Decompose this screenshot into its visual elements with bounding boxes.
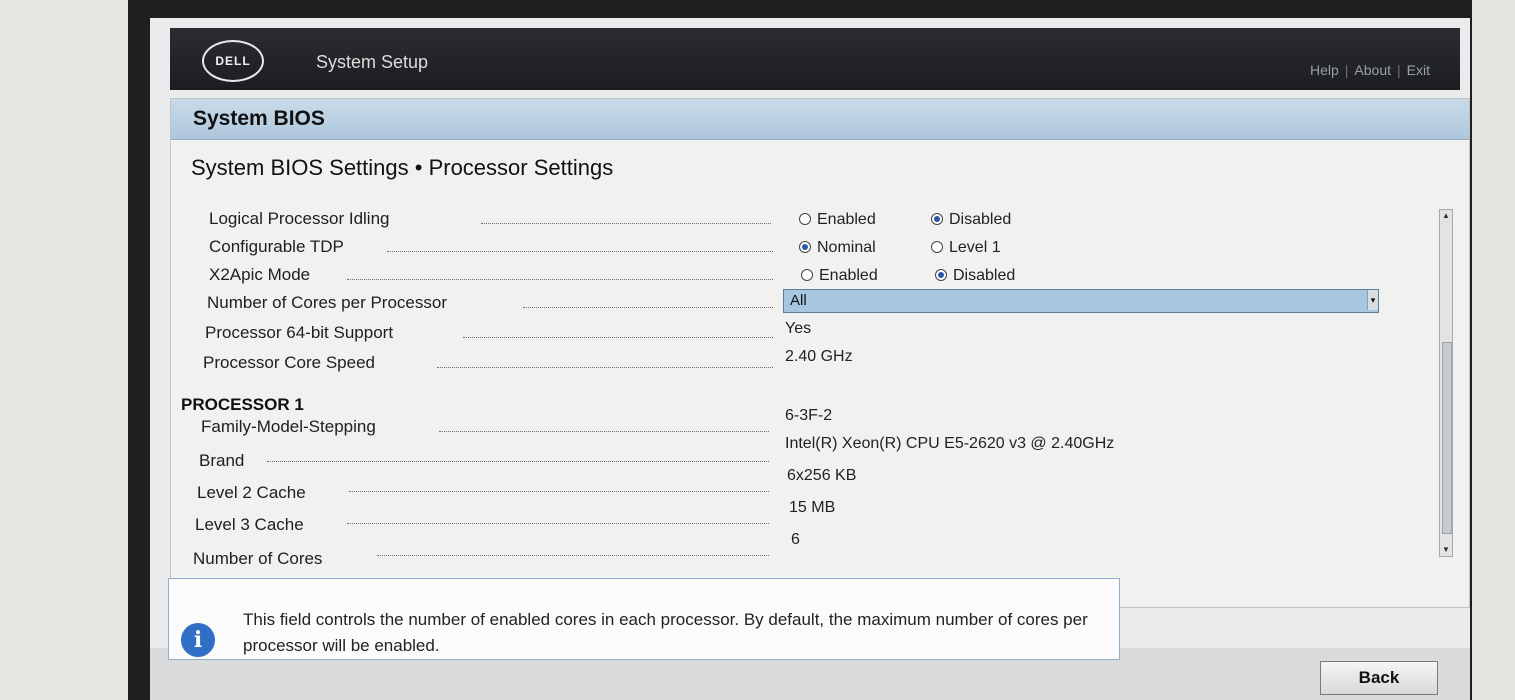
- info-row-level-3-cache: Level 3 Cache 15 MB: [195, 499, 1095, 541]
- setting-label: Configurable TDP: [209, 237, 344, 256]
- back-button[interactable]: Back: [1320, 661, 1438, 695]
- info-row-level-2-cache: Level 2 Cache 6x256 KB: [197, 467, 1097, 509]
- logo-text: DELL: [215, 54, 251, 68]
- info-value: 6-3F-2: [785, 407, 833, 424]
- dotted-leader: [463, 337, 773, 338]
- setting-label: Logical Processor Idling: [209, 209, 390, 228]
- radio-level-1[interactable]: Level 1: [931, 239, 1001, 257]
- info-label: Number of Cores: [193, 549, 323, 568]
- header-links: Help | About | Exit: [1310, 62, 1430, 78]
- processor-1-heading: PROCESSOR 1: [181, 395, 304, 414]
- radio-label: Disabled: [949, 211, 1012, 228]
- dotted-leader: [439, 431, 769, 432]
- radio-label: Enabled: [817, 211, 876, 228]
- scroll-thumb[interactable]: [1442, 342, 1452, 534]
- dotted-leader: [349, 491, 769, 492]
- info-value: 6x256 KB: [787, 467, 857, 484]
- info-row-brand: Brand Intel(R) Xeon(R) CPU E5-2620 v3 @ …: [199, 435, 1299, 477]
- select-value: All: [790, 292, 807, 309]
- dotted-leader: [377, 555, 769, 556]
- radio-button-selected-icon: [931, 213, 943, 225]
- radio-button-selected-icon: [935, 269, 947, 281]
- radio-button-selected-icon: [799, 241, 811, 253]
- radio-button-icon: [799, 213, 811, 225]
- radio-button-icon: [801, 269, 813, 281]
- settings-panel: System BIOS System BIOS Settings • Proce…: [170, 98, 1470, 608]
- info-value: 6: [791, 531, 800, 548]
- setting-label: Processor 64-bit Support: [205, 323, 394, 342]
- info-label: Family-Model-Stepping: [201, 417, 376, 436]
- top-bar: DELL System Setup Help | About | Exit: [170, 28, 1460, 90]
- radio-button-icon: [931, 241, 943, 253]
- link-separator: |: [1397, 62, 1401, 78]
- app-title: System Setup: [316, 52, 429, 72]
- info-row-number-of-cores: Number of Cores 6: [193, 531, 1093, 575]
- info-icon: i: [181, 623, 215, 657]
- radio-disabled[interactable]: Disabled: [931, 211, 1011, 229]
- setting-row-logical-processor-idling: Logical Processor Idling Enabled Disable…: [209, 209, 1359, 235]
- section-title: System BIOS Settings • Processor Setting…: [191, 155, 614, 180]
- exit-link[interactable]: Exit: [1407, 62, 1430, 78]
- dropdown-arrow-icon[interactable]: ▾: [1367, 290, 1378, 310]
- dotted-leader: [523, 307, 773, 308]
- help-box: i This field controls the number of enab…: [168, 578, 1120, 660]
- help-text: This field controls the number of enable…: [243, 610, 1088, 655]
- link-separator: |: [1344, 62, 1349, 78]
- dotted-leader: [347, 523, 769, 524]
- setting-value: 2.40 GHz: [785, 348, 853, 365]
- setting-label: Processor Core Speed: [203, 353, 375, 372]
- radio-label: Disabled: [953, 267, 1016, 284]
- info-label: Level 3 Cache: [195, 515, 304, 534]
- radio-label: Level 1: [949, 239, 1001, 256]
- radio-label: Enabled: [819, 267, 878, 284]
- setting-row-processor-core-speed: Processor Core Speed 2.40 GHz: [203, 348, 1003, 379]
- setting-row-number-of-cores-per-processor: Number of Cores per Processor: [207, 293, 807, 319]
- setting-row-processor-64-bit-support: Processor 64-bit Support Yes: [205, 320, 1005, 349]
- cores-per-processor-select[interactable]: All ▾: [783, 289, 1379, 313]
- info-label: Brand: [199, 451, 245, 470]
- setting-value: Yes: [785, 320, 812, 337]
- radio-enabled[interactable]: Enabled: [799, 211, 876, 229]
- help-link[interactable]: Help: [1310, 62, 1339, 78]
- scroll-up-arrow-icon[interactable]: ▲: [1440, 210, 1452, 222]
- panel-title: System BIOS: [193, 107, 325, 130]
- setting-label: X2Apic Mode: [209, 265, 311, 284]
- setting-row-configurable-tdp: Configurable TDP Nominal Level 1: [209, 237, 1359, 263]
- radio-label: Nominal: [817, 239, 876, 256]
- info-label: Level 2 Cache: [197, 483, 306, 502]
- dotted-leader: [481, 223, 771, 224]
- about-link[interactable]: About: [1354, 62, 1391, 78]
- bios-screen: DELL System Setup Help | About | Exit System…: [150, 18, 1470, 700]
- scroll-down-arrow-icon[interactable]: ▼: [1440, 544, 1452, 556]
- dotted-leader: [347, 279, 773, 280]
- dotted-leader: [387, 251, 773, 252]
- dotted-leader: [437, 367, 773, 368]
- radio-enabled[interactable]: Enabled: [801, 267, 878, 285]
- setting-label: Number of Cores per Processor: [207, 293, 447, 312]
- panel-header: System BIOS: [171, 99, 1469, 140]
- dotted-leader: [267, 461, 769, 462]
- info-value: 15 MB: [789, 499, 836, 516]
- vertical-scrollbar[interactable]: ▲ ▼: [1439, 209, 1453, 557]
- dell-logo: DELL: [202, 40, 264, 82]
- setting-row-x2apic-mode: X2Apic Mode Enabled Disabled: [209, 265, 1359, 291]
- info-value: Intel(R) Xeon(R) CPU E5-2620 v3 @ 2.40GH…: [785, 435, 1115, 452]
- radio-nominal[interactable]: Nominal: [799, 239, 876, 257]
- radio-disabled[interactable]: Disabled: [935, 267, 1015, 285]
